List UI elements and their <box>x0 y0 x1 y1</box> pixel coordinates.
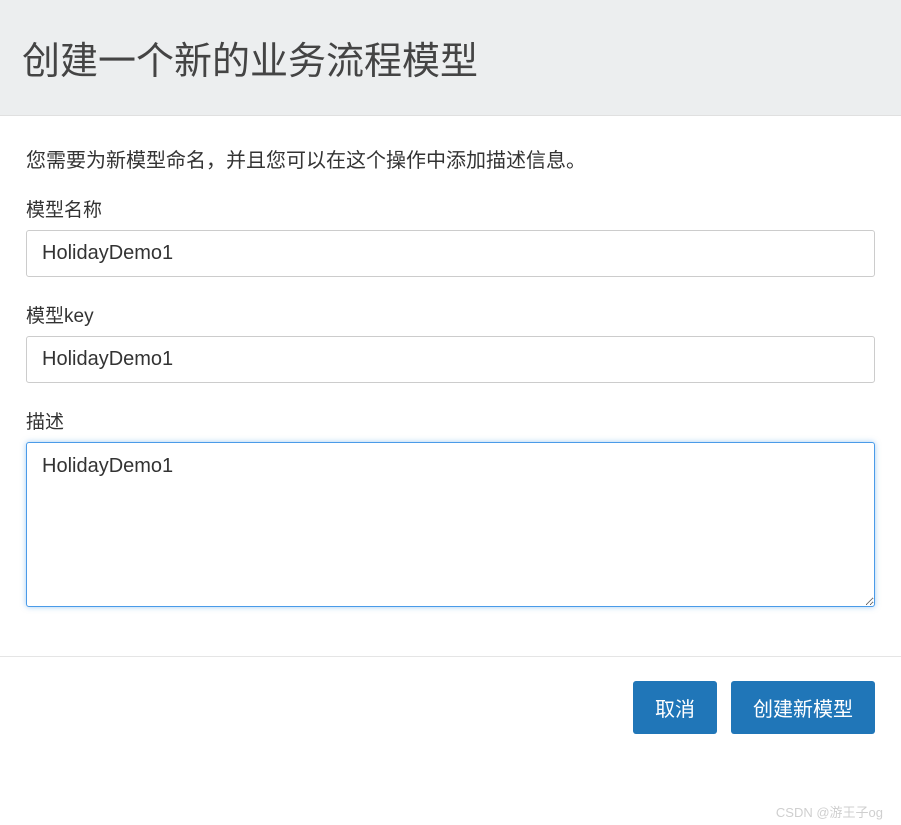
description-textarea[interactable]: HolidayDemo1 <box>26 442 875 607</box>
form-group-description: 描述 HolidayDemo1 <box>26 407 875 612</box>
modal-footer: 取消 创建新模型 <box>0 656 901 758</box>
form-group-key: 模型key <box>26 301 875 383</box>
model-key-input[interactable] <box>26 336 875 383</box>
model-name-input[interactable] <box>26 230 875 277</box>
create-model-button[interactable]: 创建新模型 <box>731 681 875 734</box>
modal-title: 创建一个新的业务流程模型 <box>22 30 879 85</box>
modal-header: 创建一个新的业务流程模型 <box>0 0 901 116</box>
model-key-label: 模型key <box>26 301 875 328</box>
description-label: 描述 <box>26 407 875 434</box>
watermark-text: CSDN @游王子og <box>776 802 883 821</box>
model-name-label: 模型名称 <box>26 195 875 222</box>
modal-body: 您需要为新模型命名，并且您可以在这个操作中添加描述信息。 模型名称 模型key … <box>0 116 901 656</box>
form-group-name: 模型名称 <box>26 195 875 277</box>
cancel-button[interactable]: 取消 <box>633 681 717 734</box>
intro-text: 您需要为新模型命名，并且您可以在这个操作中添加描述信息。 <box>26 144 875 173</box>
